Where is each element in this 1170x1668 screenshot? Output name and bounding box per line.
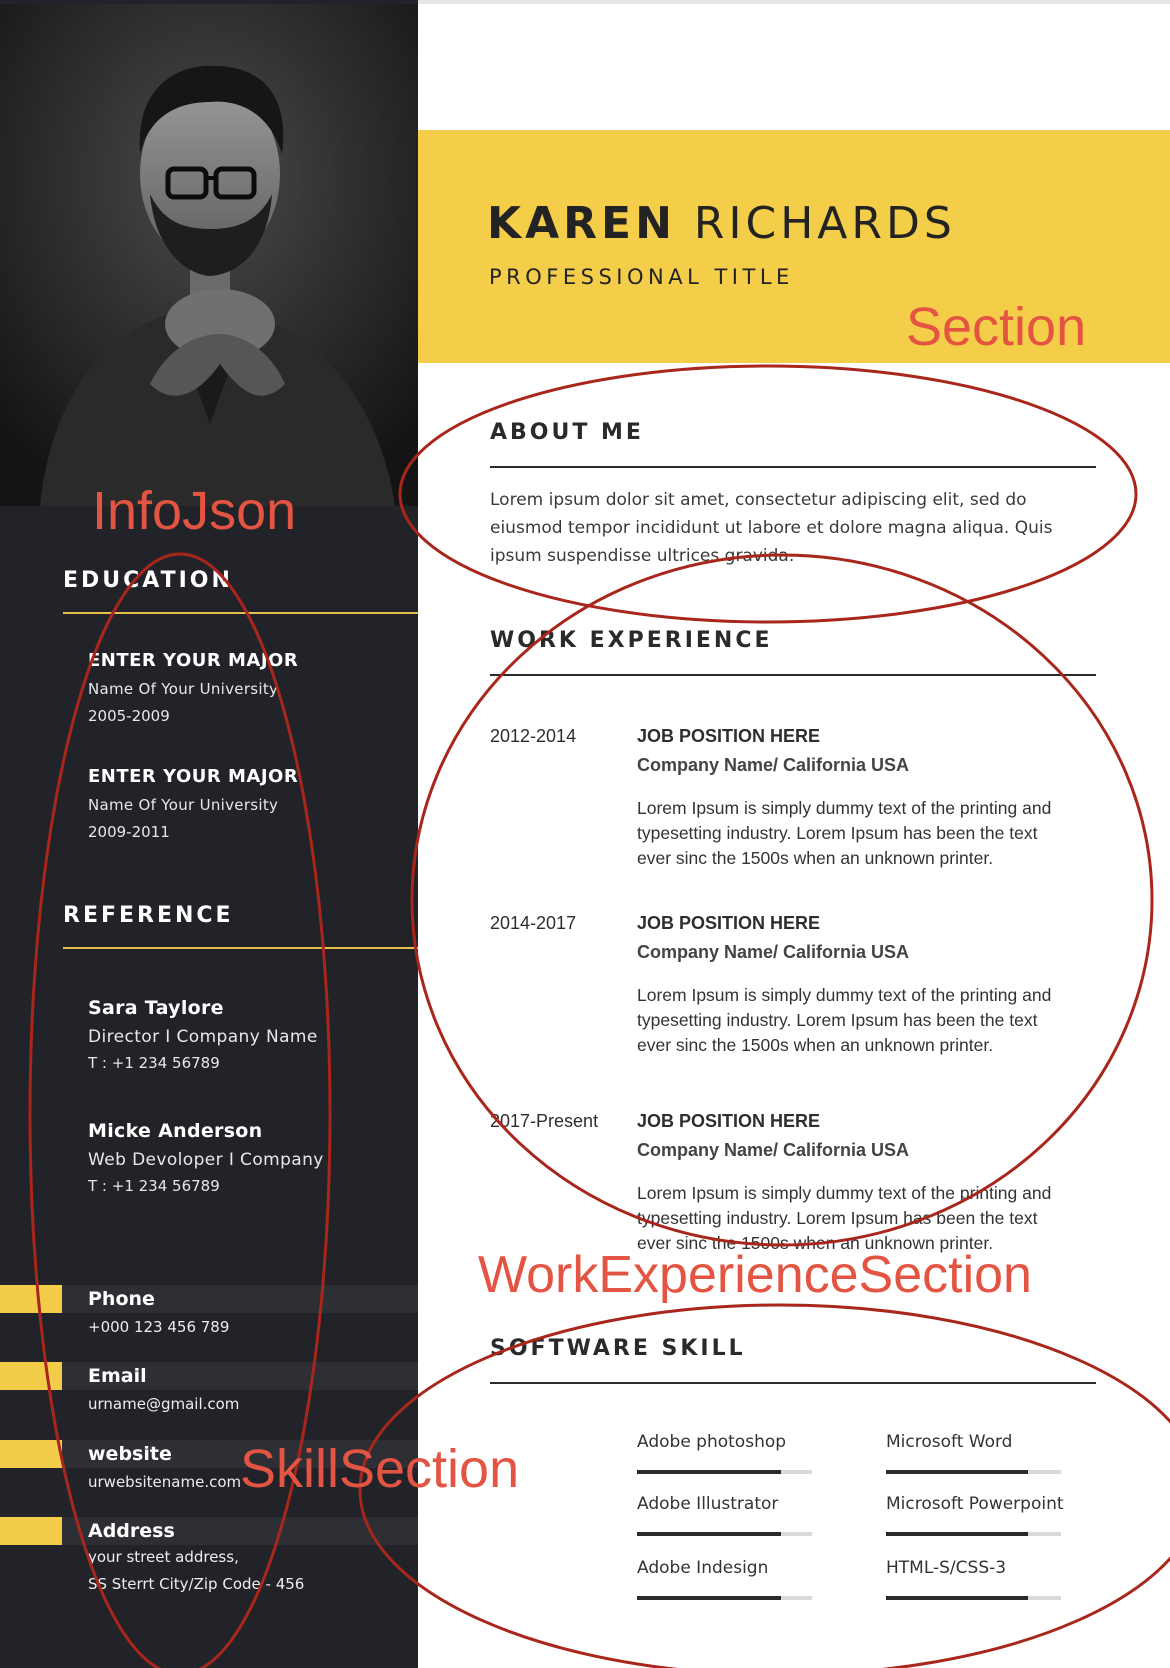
annotation-infojson-label: InfoJson: [92, 481, 297, 541]
contact-band-email: [0, 1362, 418, 1390]
software-skill-divider: [490, 1382, 1096, 1384]
contact-email-value: urname@gmail.com: [88, 1395, 240, 1413]
contact-accent-tab: [0, 1285, 62, 1313]
profile-photo: [0, 4, 418, 506]
education-university: Name Of Your University: [88, 796, 279, 814]
skill-item: Microsoft Powerpoint: [886, 1494, 1064, 1536]
skill-bar-fill: [637, 1470, 781, 1474]
professional-title: PROFESSIONAL TITLE: [489, 265, 794, 289]
skill-item: Adobe Indesign: [637, 1558, 812, 1600]
skill-bar-track: [637, 1596, 812, 1600]
reference-role: Web Devoloper I Company: [88, 1150, 324, 1170]
reference-heading: REFERENCE: [63, 903, 234, 928]
resume-sidebar: EDUCATION ENTER YOUR MAJOR Name Of Your …: [0, 0, 418, 1668]
reference-entry: Micke Anderson Web Devoloper I Company T…: [88, 1120, 324, 1195]
software-skill-heading: SOFTWARE SKILL: [490, 1336, 746, 1361]
skill-name: Adobe photoshop: [637, 1432, 787, 1452]
contact-phone-label: Phone: [88, 1288, 155, 1310]
skill-item: Adobe Illustrator: [637, 1494, 812, 1536]
skill-bar-fill: [886, 1532, 1028, 1536]
skill-name: Adobe Illustrator: [637, 1494, 779, 1514]
job-position: JOB POSITION HERE: [637, 726, 821, 746]
about-divider: [490, 466, 1096, 468]
reference-name: Sara Taylore: [88, 997, 224, 1019]
skill-bar-track: [886, 1532, 1061, 1536]
contact-accent-tab: [0, 1440, 62, 1468]
education-major: ENTER YOUR MAJOR: [88, 650, 299, 671]
reference-entry: Sara Taylore Director I Company Name T :…: [88, 997, 318, 1072]
skill-bar-fill: [637, 1532, 781, 1536]
skill-bar-fill: [886, 1596, 1028, 1600]
contact-address-label: Address: [88, 1520, 175, 1542]
education-years: 2005-2009: [88, 707, 170, 725]
skill-name: Adobe Indesign: [637, 1558, 769, 1578]
education-university: Name Of Your University: [88, 680, 279, 698]
job-description: Lorem Ipsum is simply dummy text of the …: [637, 985, 1052, 1055]
skill-name: Microsoft Word: [886, 1432, 1013, 1452]
job-description: Lorem Ipsum is simply dummy text of the …: [637, 798, 1052, 868]
education-entry: ENTER YOUR MAJOR Name Of Your University…: [88, 766, 298, 841]
contact-website-value: urwebsitename.com: [88, 1473, 242, 1491]
annotation-work-experience-label: WorkExperienceSection: [478, 1246, 1032, 1304]
contact-band-address: [0, 1517, 418, 1545]
education-entry: ENTER YOUR MAJOR Name Of Your University…: [88, 650, 298, 725]
annotation-skill-section-label: SkillSection: [240, 1439, 520, 1499]
annotation-section-label: Section: [906, 297, 1087, 357]
reference-phone: T : +1 234 56789: [88, 1177, 220, 1195]
education-years: 2009-2011: [88, 823, 170, 841]
skill-item: Microsoft Word: [886, 1432, 1061, 1474]
resume-name: KAREN RICHARDS: [487, 198, 956, 249]
work-experience-divider: [490, 674, 1096, 676]
skill-bar-track: [637, 1532, 812, 1536]
skill-name: HTML-S/CSS-3: [886, 1558, 1007, 1578]
reference-role: Director I Company Name: [88, 1027, 318, 1047]
education-heading: EDUCATION: [63, 568, 233, 593]
contact-accent-tab: [0, 1517, 62, 1545]
first-name: KAREN: [487, 198, 676, 249]
reference-name: Micke Anderson: [88, 1120, 263, 1142]
job-years: 2014-2017: [490, 913, 577, 933]
contact-email-label: Email: [88, 1365, 147, 1387]
job-company: Company Name/ California USA: [637, 755, 910, 775]
skill-item: HTML-S/CSS-3: [886, 1558, 1061, 1600]
job-company: Company Name/ California USA: [637, 942, 910, 962]
contact-address-line2: SS Sterrt City/Zip Code - 456: [88, 1575, 305, 1593]
about-heading: ABOUT ME: [490, 420, 644, 445]
education-divider: [63, 612, 418, 614]
skill-item: Adobe photoshop: [637, 1432, 812, 1474]
last-name: RICHARDS: [693, 198, 956, 249]
contact-website-label: website: [88, 1443, 172, 1465]
skill-bar-track: [886, 1470, 1061, 1474]
skill-bar-fill: [886, 1470, 1028, 1474]
about-text: Lorem ipsum dolor sit amet, consectetur …: [490, 490, 1053, 566]
work-experience-heading: WORK EXPERIENCE: [490, 628, 773, 653]
skill-bar-track: [886, 1596, 1061, 1600]
contact-accent-tab: [0, 1362, 62, 1390]
skill-bar-track: [637, 1470, 812, 1474]
contact-phone-value: +000 123 456 789: [88, 1318, 230, 1336]
job-years: 2017-Present: [490, 1111, 599, 1131]
job-company: Company Name/ California USA: [637, 1140, 910, 1160]
job-years: 2012-2014: [490, 726, 577, 746]
job-position: JOB POSITION HERE: [637, 913, 821, 933]
skill-bar-fill: [637, 1596, 781, 1600]
reference-phone: T : +1 234 56789: [88, 1054, 220, 1072]
contact-band-phone: [0, 1285, 418, 1313]
skill-name: Microsoft Powerpoint: [886, 1494, 1064, 1514]
education-major: ENTER YOUR MAJOR: [88, 766, 299, 787]
reference-divider: [63, 947, 418, 949]
job-position: JOB POSITION HERE: [637, 1111, 821, 1131]
contact-address-line1: your street address,: [88, 1548, 239, 1566]
